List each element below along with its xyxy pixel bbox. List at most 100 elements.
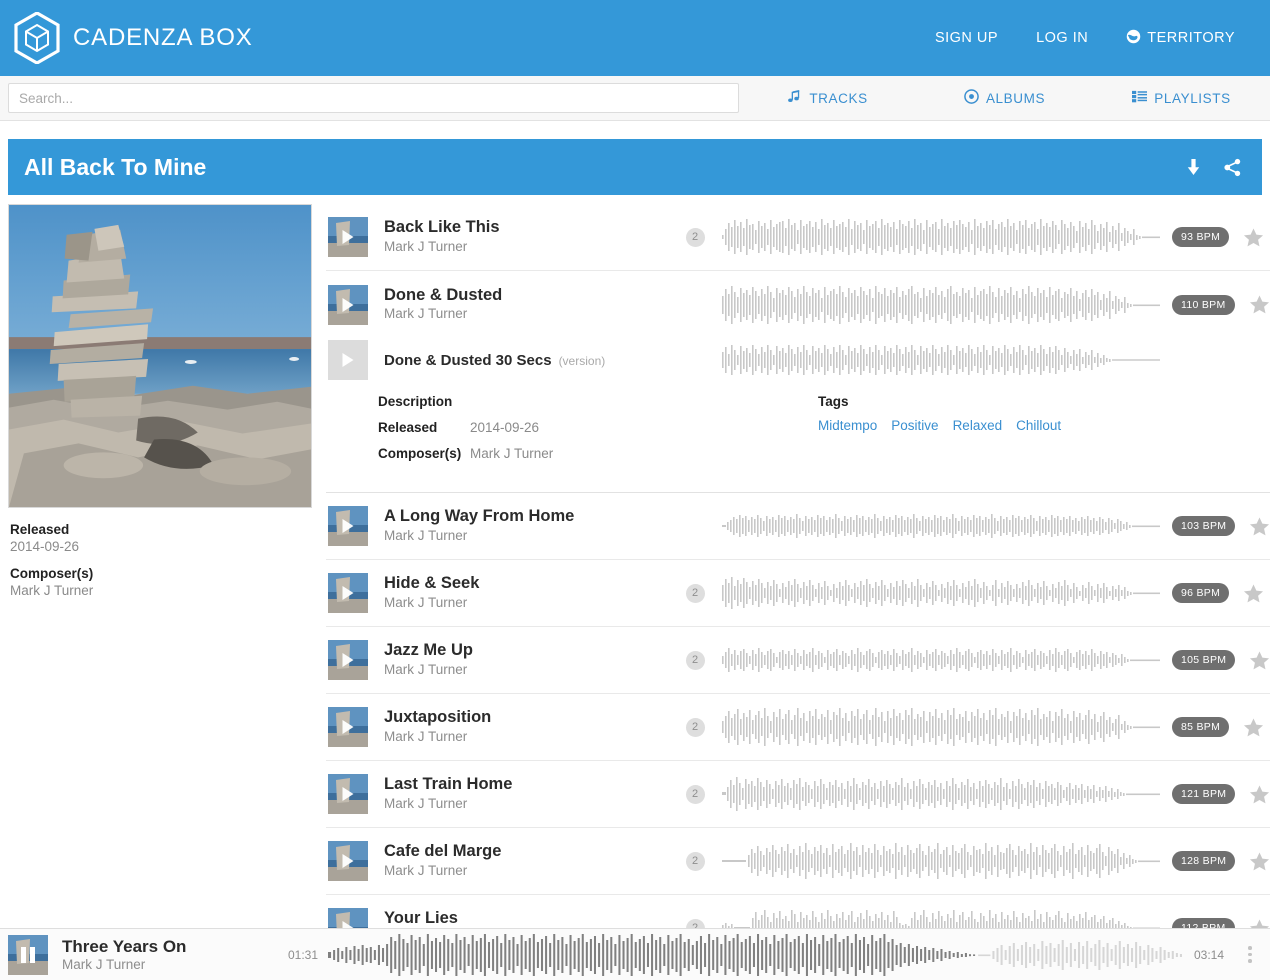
version-tag: (version) — [558, 353, 606, 368]
table-row[interactable]: Back Like This Mark J Turner 2 93 BPM — [326, 204, 1270, 271]
version-thumbnail[interactable] — [328, 340, 368, 380]
track-thumbnail[interactable] — [328, 774, 368, 814]
tag-chillout[interactable]: Chillout — [1016, 418, 1061, 433]
tag-midtempo[interactable]: Midtempo — [818, 418, 877, 433]
track-detail-panel: Description Released 2014-09-26 Composer… — [326, 382, 1270, 493]
track-titles: Jazz Me Up Mark J Turner — [368, 640, 668, 680]
version-count-badge[interactable]: 2 — [685, 650, 705, 670]
track-title: Jazz Me Up — [384, 641, 473, 660]
search-wrapper — [0, 83, 739, 113]
album-released-label: Released — [10, 522, 70, 537]
version-count-badge[interactable]: 2 — [685, 717, 705, 737]
waveform[interactable] — [722, 504, 1162, 548]
waveform[interactable] — [722, 772, 1162, 816]
track-artist: Mark J Turner — [384, 527, 468, 543]
track-thumbnail[interactable] — [328, 573, 368, 613]
bpm-badge: 121 BPM — [1172, 784, 1236, 804]
detail-composer-label: Composer(s) — [378, 446, 462, 461]
track-titles: Back Like This Mark J Turner — [368, 217, 668, 257]
cube-hexagon-logo-icon — [14, 12, 60, 64]
favorite-star-icon[interactable] — [1235, 516, 1270, 537]
waveform[interactable] — [722, 343, 1162, 377]
player-thumbnail[interactable] — [8, 934, 48, 975]
share-icon[interactable] — [1223, 158, 1242, 177]
section-nav-albums[interactable]: ALBUMS — [916, 89, 1093, 107]
track-thumbnail[interactable] — [328, 284, 368, 325]
track-title: A Long Way From Home — [384, 507, 575, 526]
version-count-badge[interactable]: 2 — [685, 851, 705, 871]
track-thumbnail[interactable] — [328, 506, 368, 546]
waveform[interactable] — [722, 705, 1162, 749]
nav-log-in[interactable]: LOG IN — [1017, 30, 1107, 46]
bpm-badge: 110 BPM — [1172, 294, 1235, 315]
table-row[interactable]: Hide & Seek Mark J Turner 2 96 BPM — [326, 560, 1270, 627]
favorite-star-icon[interactable] — [1235, 784, 1270, 805]
section-nav-tracks[interactable]: TRACKS — [739, 89, 916, 107]
favorite-star-icon[interactable] — [1229, 583, 1264, 604]
album-cover-image[interactable] — [8, 204, 314, 508]
section-nav-playlists-label: PLAYLISTS — [1154, 90, 1231, 106]
waveform[interactable] — [722, 283, 1162, 327]
favorite-star-icon[interactable] — [1235, 294, 1270, 315]
version-count-wrap: 2 — [668, 583, 722, 603]
track-version-row[interactable]: Done & Dusted 30 Secs (version) — [326, 338, 1270, 382]
table-row[interactable]: Juxtaposition Mark J Turner 2 85 BPM — [326, 694, 1270, 761]
pause-icon[interactable] — [21, 946, 35, 963]
table-row[interactable]: Last Train Home Mark J Turner 2 121 BPM — [326, 761, 1270, 828]
tag-positive[interactable]: Positive — [891, 418, 938, 433]
audio-player-bar: Three Years On Mark J Turner 01:31 03:14 — [0, 928, 1270, 980]
version-count-badge[interactable]: 2 — [685, 583, 705, 603]
play-icon — [342, 297, 354, 312]
player-track-artist: Mark J Turner — [62, 957, 146, 973]
bpm-badge: 128 BPM — [1172, 851, 1236, 871]
nav-territory[interactable]: TERRITORY — [1107, 29, 1254, 48]
track-thumbnail[interactable] — [328, 707, 368, 747]
tags-heading: Tags — [818, 394, 849, 409]
favorite-star-icon[interactable] — [1235, 650, 1270, 671]
table-row[interactable]: Cafe del Marge Mark J Turner 2 128 BPM — [326, 828, 1270, 895]
version-count-badge[interactable]: 2 — [685, 784, 705, 804]
search-input[interactable] — [8, 83, 739, 113]
track-artist: Mark J Turner — [384, 795, 468, 811]
table-row[interactable]: A Long Way From Home Mark J Turner 103 B… — [326, 493, 1270, 560]
favorite-star-icon[interactable] — [1235, 851, 1270, 872]
favorite-star-icon[interactable] — [1229, 717, 1264, 738]
play-icon — [342, 586, 354, 600]
track-thumbnail[interactable] — [328, 217, 368, 257]
brand[interactable]: CADENZA BOX — [14, 12, 253, 64]
version-titles: Done & Dusted 30 Secs (version) — [368, 352, 668, 369]
track-main-row[interactable]: Done & Dusted Mark J Turner 110 BPM — [326, 271, 1270, 338]
play-icon — [342, 353, 354, 367]
disc-icon — [964, 89, 979, 107]
waveform[interactable] — [722, 638, 1162, 682]
detail-description-label: Description — [378, 394, 453, 409]
version-count-wrap: 2 — [668, 717, 722, 737]
waveform[interactable] — [722, 571, 1162, 615]
nav-sign-up[interactable]: SIGN UP — [916, 30, 1017, 46]
player-menu-icon[interactable] — [1248, 946, 1252, 963]
album-composer-label: Composer(s) — [10, 566, 94, 581]
tag-relaxed[interactable]: Relaxed — [953, 418, 1003, 433]
track-tags-block: Tags Midtempo Positive Relaxed Chillout — [818, 394, 1270, 472]
table-row[interactable]: Done & Dusted Mark J Turner 110 BPM Done… — [326, 271, 1270, 493]
download-arrow-icon[interactable] — [1184, 158, 1203, 177]
track-detail-fields: Description Released 2014-09-26 Composer… — [378, 394, 818, 472]
waveform[interactable] — [722, 215, 1162, 259]
music-note-icon — [787, 89, 802, 107]
globe-icon — [1126, 29, 1141, 48]
player-waveform-seekbar[interactable] — [328, 931, 1184, 979]
track-thumbnail[interactable] — [328, 841, 368, 881]
detail-composer-value: Mark J Turner — [470, 446, 554, 461]
table-row[interactable]: Jazz Me Up Mark J Turner 2 105 BPM — [326, 627, 1270, 694]
nav-log-in-label: LOG IN — [1036, 30, 1089, 46]
version-count-badge[interactable]: 2 — [685, 227, 705, 247]
detail-released-value: 2014-09-26 — [470, 420, 540, 435]
track-artist: Mark J Turner — [384, 862, 468, 878]
waveform[interactable] — [722, 839, 1162, 883]
track-thumbnail[interactable] — [328, 640, 368, 680]
section-nav-playlists[interactable]: PLAYLISTS — [1093, 89, 1270, 107]
favorite-star-icon[interactable] — [1229, 227, 1264, 248]
track-title: Last Train Home — [384, 775, 513, 794]
track-titles: Last Train Home Mark J Turner — [368, 774, 668, 814]
section-nav: TRACKS ALBUMS PLAYLISTS — [739, 89, 1270, 107]
